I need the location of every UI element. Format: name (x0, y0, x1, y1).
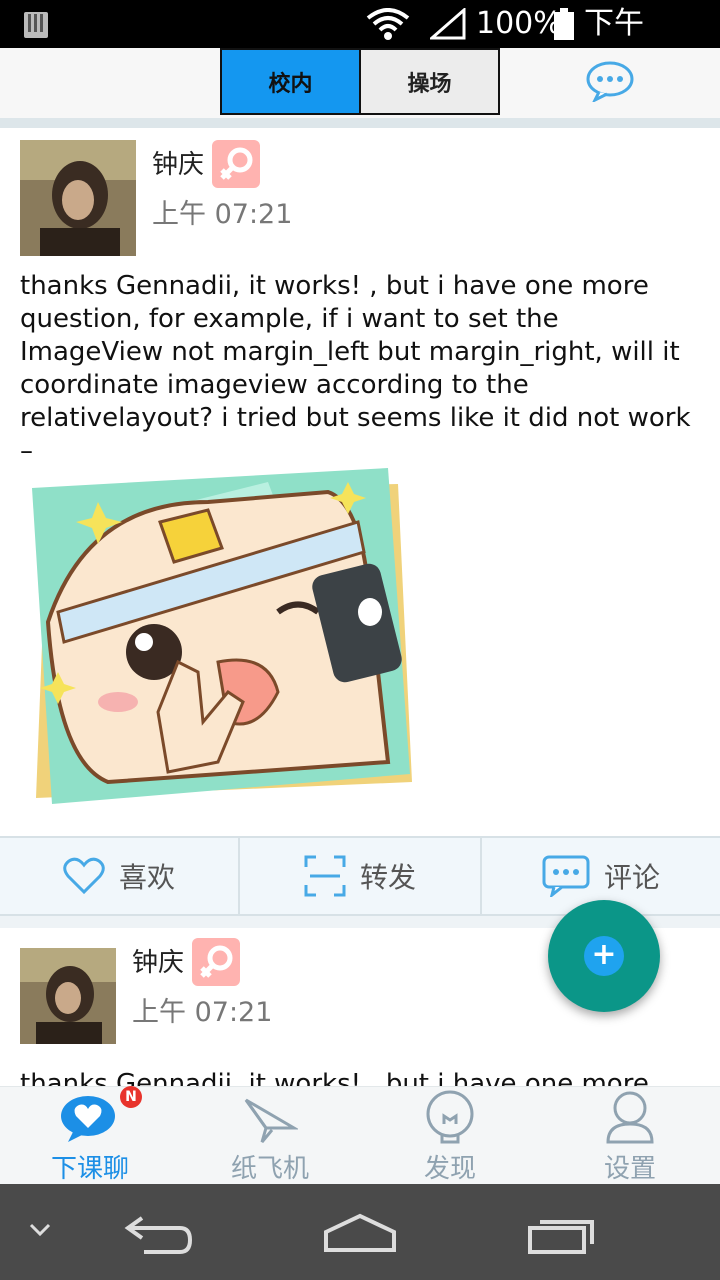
author-name[interactable]: 钟庆 (132, 942, 184, 979)
author-name[interactable]: 钟庆 (152, 144, 204, 181)
nav-chat-label: 下课聊 (50, 1154, 129, 1184)
scan-icon (304, 855, 346, 897)
share-label: 转发 (359, 861, 416, 894)
female-icon (212, 140, 260, 188)
plus-icon: + (591, 937, 617, 972)
nav-paper-plane-label: 纸飞机 (230, 1154, 309, 1184)
comment-icon (542, 855, 590, 899)
notification-badge: N (120, 1086, 142, 1108)
nav-discover-label: 发现 (423, 1154, 476, 1184)
tab-campus[interactable]: 校内 (220, 48, 361, 115)
nav-settings-label: 设置 (603, 1154, 656, 1184)
paper-plane-icon (242, 1094, 300, 1144)
nav-paper-plane[interactable]: 纸飞机 (180, 1086, 360, 1184)
heart-icon (63, 857, 105, 895)
post-text: thanks Gennadii, it works! , but i have … (20, 1069, 649, 1086)
top-divider (0, 118, 720, 128)
status-bar: 100% 下午 3:58 (0, 0, 720, 89)
post-time: 上午 07:21 (152, 199, 293, 230)
storage-icon (24, 12, 48, 38)
signal-icon (428, 6, 466, 40)
nav-settings[interactable]: 设置 (540, 1086, 720, 1184)
post-image[interactable] (28, 462, 414, 808)
chevron-down-icon[interactable] (28, 1222, 52, 1238)
tab-playground[interactable]: 操场 (359, 48, 500, 115)
nav-chat[interactable]: N 下课聊 (0, 1086, 180, 1184)
message-icon[interactable] (585, 60, 635, 104)
avatar[interactable] (20, 140, 136, 256)
system-nav-bar (0, 1184, 720, 1280)
battery-icon (554, 8, 574, 40)
user-icon (604, 1090, 656, 1144)
comment-label: 评论 (603, 861, 660, 894)
home-icon[interactable] (322, 1212, 398, 1254)
post-text: thanks Gennadii, it works! , but i have … (20, 271, 691, 466)
female-icon (192, 938, 240, 986)
like-label: 喜欢 (118, 861, 175, 894)
post-time: 上午 07:21 (132, 997, 273, 1028)
avatar[interactable] (20, 948, 116, 1044)
battery-percent: 100% (476, 6, 562, 41)
back-icon[interactable] (124, 1214, 194, 1256)
wifi-icon (366, 8, 410, 42)
share-button[interactable]: 转发 (240, 836, 480, 916)
nav-discover[interactable]: 发现 (360, 1086, 540, 1184)
compose-fab[interactable]: + (548, 900, 660, 1012)
like-button[interactable]: 喜欢 (0, 836, 238, 916)
recent-apps-icon[interactable] (526, 1214, 598, 1256)
chat-heart-icon (60, 1094, 116, 1144)
lightbulb-icon (422, 1090, 478, 1144)
